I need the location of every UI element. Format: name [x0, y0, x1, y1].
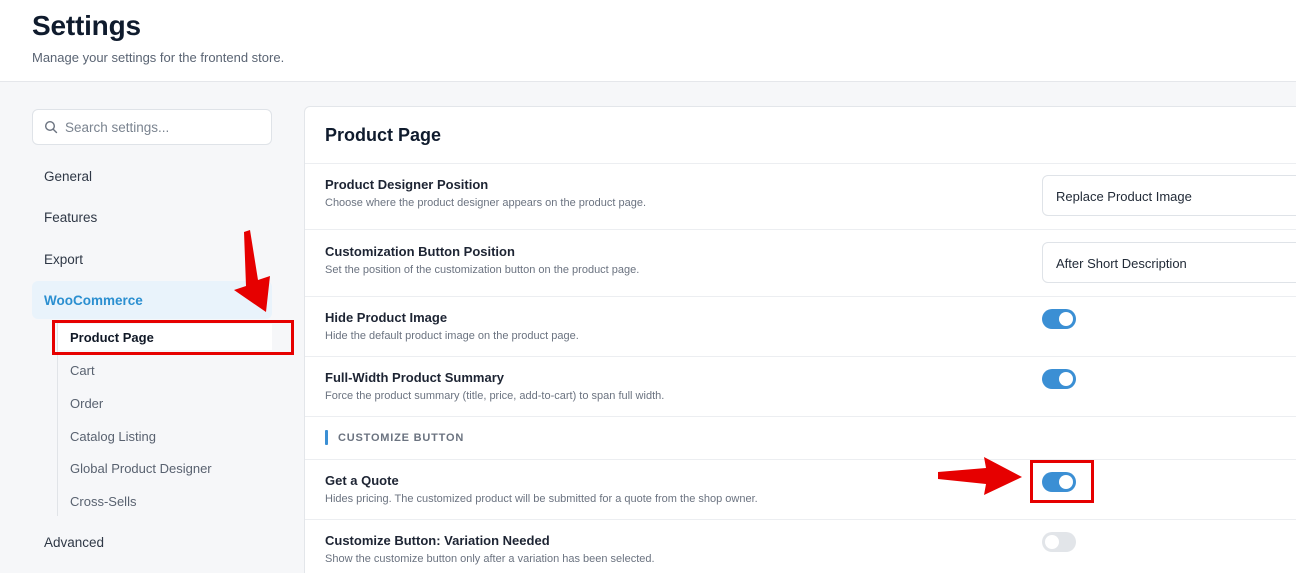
- full-width-summary-toggle[interactable]: [1042, 369, 1076, 389]
- setting-label: Product Designer Position: [325, 177, 489, 192]
- search-input[interactable]: [65, 110, 265, 144]
- toggle-knob: [1059, 372, 1073, 386]
- search-box[interactable]: [32, 109, 272, 145]
- divider: [305, 459, 1296, 460]
- settings-panel: Product Page Product Designer Position C…: [304, 106, 1296, 573]
- divider: [305, 356, 1296, 357]
- search-icon: [44, 120, 58, 134]
- sidebar-subitem-cart[interactable]: Cart: [70, 363, 95, 378]
- setting-description: Set the position of the customization bu…: [325, 264, 640, 276]
- setting-label: Hide Product Image: [325, 310, 448, 325]
- annotation-highlight-box: [1030, 460, 1094, 503]
- divider: [305, 416, 1296, 417]
- sidebar-subitem-global-product-designer[interactable]: Global Product Designer: [70, 461, 212, 476]
- section-title: CUSTOMIZE BUTTON: [338, 432, 465, 444]
- setting-description: Choose where the product designer appear…: [325, 197, 647, 209]
- sidebar-subitem-cross-sells[interactable]: Cross-Sells: [70, 494, 136, 509]
- sidebar-item-features[interactable]: Features: [44, 210, 97, 225]
- setting-label: Customization Button Position: [325, 244, 515, 259]
- sidebar-subitem-catalog-listing[interactable]: Catalog Listing: [70, 429, 156, 444]
- setting-description: Hide the default product image on the pr…: [325, 330, 579, 342]
- sidebar-subitem-order[interactable]: Order: [70, 396, 103, 411]
- button-position-select[interactable]: After Short Description: [1042, 242, 1296, 283]
- annotation-highlight-box: [52, 320, 294, 355]
- sidebar-item-advanced[interactable]: Advanced: [44, 535, 104, 550]
- setting-description: Show the customize button only after a v…: [325, 553, 655, 565]
- page-header: Settings Manage your settings for the fr…: [0, 0, 1296, 82]
- divider: [305, 296, 1296, 297]
- toggle-knob: [1059, 312, 1073, 326]
- page-subtitle: Manage your settings for the frontend st…: [32, 50, 285, 65]
- designer-position-select[interactable]: Replace Product Image: [1042, 175, 1296, 216]
- divider: [305, 229, 1296, 230]
- select-value: After Short Description: [1056, 256, 1187, 271]
- setting-description: Force the product summary (title, price,…: [325, 390, 665, 402]
- sidebar-item-general[interactable]: General: [44, 169, 92, 184]
- divider: [305, 163, 1296, 164]
- panel-title: Product Page: [325, 125, 442, 145]
- section-accent-bar: [325, 430, 328, 445]
- toggle-knob: [1045, 535, 1059, 549]
- variation-needed-toggle[interactable]: [1042, 532, 1076, 552]
- sidebar-item-export[interactable]: Export: [44, 252, 83, 267]
- annotation-arrow-icon: [938, 457, 1022, 495]
- hide-product-image-toggle[interactable]: [1042, 309, 1076, 329]
- setting-label: Customize Button: Variation Needed: [325, 533, 550, 548]
- sidebar-item-label: WooCommerce: [44, 293, 143, 308]
- annotation-arrow-icon: [234, 230, 270, 312]
- select-value: Replace Product Image: [1056, 189, 1192, 204]
- page-title: Settings: [32, 10, 141, 41]
- divider: [305, 519, 1296, 520]
- setting-label: Full-Width Product Summary: [325, 370, 504, 385]
- setting-label: Get a Quote: [325, 473, 399, 488]
- setting-description: Hides pricing. The customized product wi…: [325, 493, 758, 505]
